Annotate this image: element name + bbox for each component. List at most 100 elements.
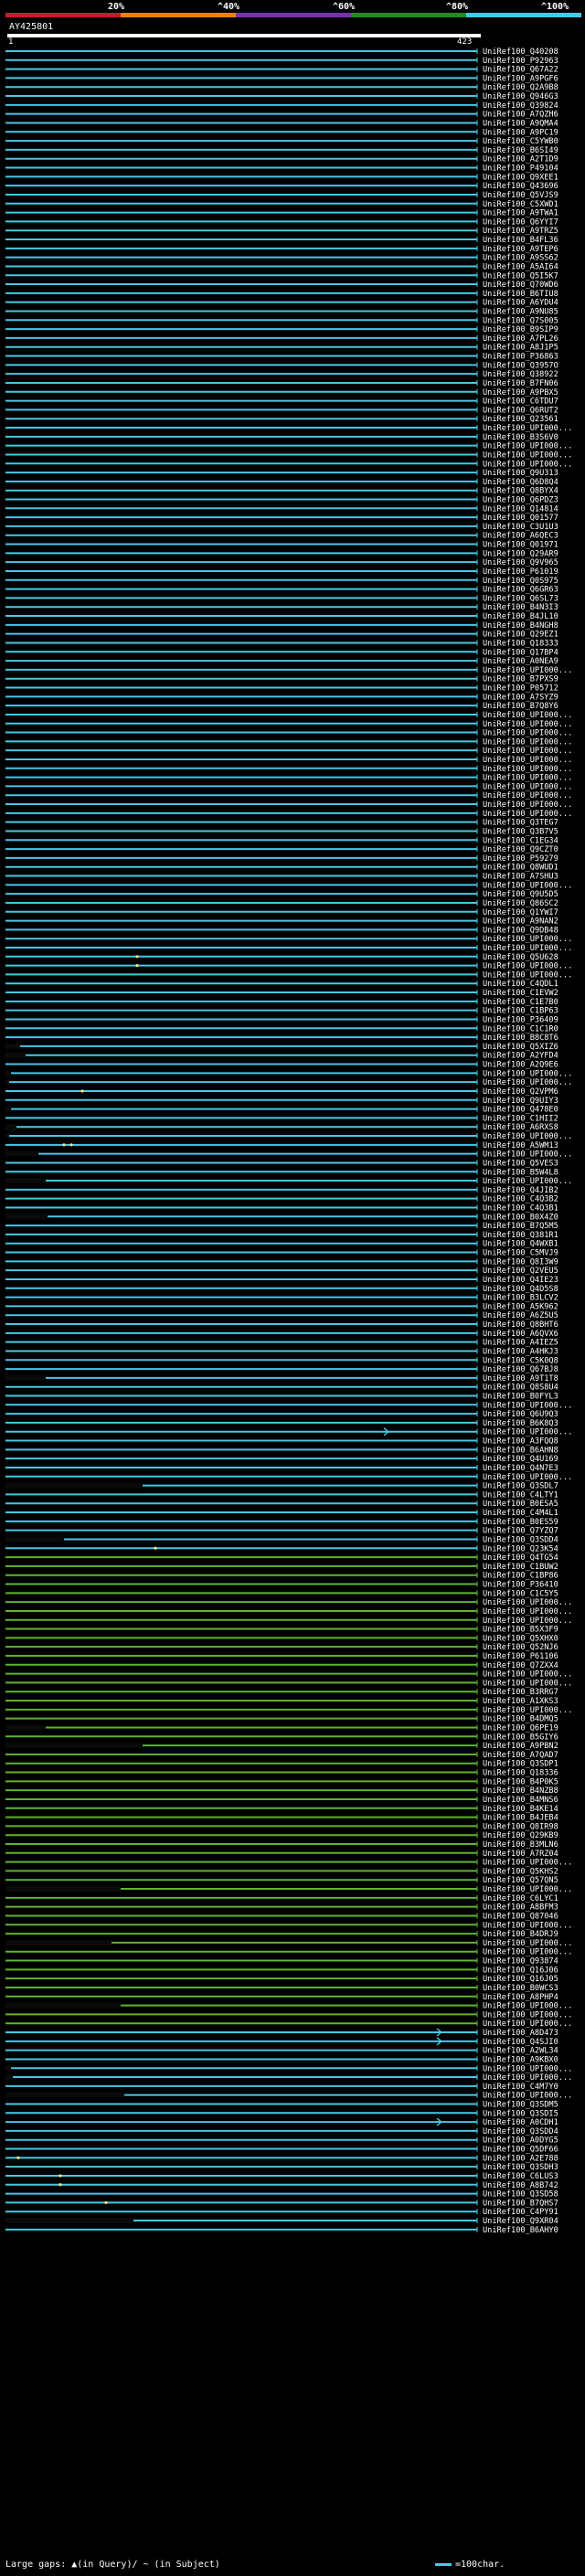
hit-label[interactable]: UniRef100_A9NAN2 bbox=[483, 917, 558, 927]
hit-row[interactable]: UniRef100_Q5I5K7 bbox=[5, 271, 558, 281]
hit-row[interactable]: UniRef100_A4HKJ3 bbox=[5, 1347, 558, 1356]
hit-row[interactable]: UniRef100_A9NU85 bbox=[5, 307, 558, 316]
hit-label[interactable]: UniRef100_A7PL26 bbox=[483, 334, 558, 344]
hit-label[interactable]: UniRef100_C3U1U3 bbox=[483, 523, 558, 532]
hit-label[interactable]: UniRef100_Q9U313 bbox=[483, 469, 558, 478]
hit-label[interactable]: UniRef100_C1C1R0 bbox=[483, 1024, 558, 1034]
hit-label[interactable]: UniRef100_A9NU85 bbox=[483, 307, 558, 316]
hit-label[interactable]: UniRef100_C4PY91 bbox=[483, 2208, 558, 2217]
hit-row[interactable]: UniRef100_C5XWD1 bbox=[5, 200, 558, 209]
hit-row[interactable]: UniRef100_A6QVX6 bbox=[5, 1330, 558, 1339]
hit-row[interactable]: UniRef100_UPI000... bbox=[5, 424, 572, 433]
hit-row[interactable]: UniRef100_Q5DF66 bbox=[5, 2146, 558, 2155]
hit-label[interactable]: UniRef100_UPI000... bbox=[483, 2002, 572, 2011]
hit-label[interactable]: UniRef100_A6Z5U5 bbox=[483, 1311, 558, 1320]
hit-label[interactable]: UniRef100_A9TEP6 bbox=[483, 245, 558, 254]
hit-label[interactable]: UniRef100_Q4SJI0 bbox=[483, 2038, 558, 2047]
hit-row[interactable]: UniRef100_P61106 bbox=[5, 1652, 558, 1661]
hit-label[interactable]: UniRef100_B6K8Q3 bbox=[483, 1419, 558, 1428]
hit-label[interactable]: UniRef100_B4DMQ5 bbox=[483, 1715, 558, 1724]
hit-label[interactable]: UniRef100_B4MNS6 bbox=[483, 1796, 558, 1805]
hit-row[interactable]: UniRef100_UPI000... bbox=[5, 970, 572, 980]
hit-row[interactable]: UniRef100_Q17BP4 bbox=[5, 648, 558, 657]
hit-label[interactable]: UniRef100_Q5U628 bbox=[483, 953, 558, 962]
hit-row[interactable]: UniRef100_P36863 bbox=[5, 353, 558, 362]
hit-label[interactable]: UniRef100_A5K962 bbox=[483, 1302, 558, 1311]
hit-label[interactable]: UniRef100_C1HII2 bbox=[483, 1114, 558, 1123]
hit-label[interactable]: UniRef100_Q7S005 bbox=[483, 316, 558, 325]
hit-label[interactable]: UniRef100_B4N3I3 bbox=[483, 603, 558, 612]
hit-label[interactable]: UniRef100_UPI000... bbox=[483, 1706, 572, 1715]
hit-label[interactable]: UniRef100_C4M4L1 bbox=[483, 1509, 558, 1518]
hit-row[interactable]: UniRef100_UPI000... bbox=[5, 765, 572, 774]
hit-label[interactable]: UniRef100_A9TRZ5 bbox=[483, 227, 558, 236]
hit-label[interactable]: UniRef100_B7FN06 bbox=[483, 379, 558, 388]
hit-row[interactable]: UniRef100_C4M7Y0 bbox=[5, 2083, 558, 2092]
hit-row[interactable]: UniRef100_Q16J05 bbox=[5, 1975, 558, 1984]
hit-row[interactable]: UniRef100_C1E7B0 bbox=[5, 998, 558, 1007]
hit-row[interactable]: UniRef100_A9PC19 bbox=[5, 128, 558, 137]
hit-label[interactable]: UniRef100_Q6RUT2 bbox=[483, 406, 558, 415]
hit-label[interactable]: UniRef100_UPI000... bbox=[483, 944, 572, 953]
hit-row[interactable]: UniRef100_Q16J06 bbox=[5, 1966, 558, 1975]
hit-row[interactable]: UniRef100_Q9CZT0 bbox=[5, 845, 558, 854]
hit-label[interactable]: UniRef100_B4JEB4 bbox=[483, 1814, 558, 1823]
hit-label[interactable]: UniRef100_A9PBX5 bbox=[483, 388, 558, 398]
hit-row[interactable]: UniRef100_C5K0Q8 bbox=[5, 1356, 558, 1365]
hit-row[interactable]: UniRef100_Q381R1 bbox=[5, 1231, 558, 1240]
hit-label[interactable]: UniRef100_Q3B7V5 bbox=[483, 827, 558, 836]
hit-label[interactable]: UniRef100_C1EVW2 bbox=[483, 989, 558, 998]
hit-label[interactable]: UniRef100_Q67BJ8 bbox=[483, 1365, 558, 1374]
hit-label[interactable]: UniRef100_UPI000... bbox=[483, 1939, 572, 1948]
hit-label[interactable]: UniRef100_B4NZB8 bbox=[483, 1786, 558, 1796]
hit-label[interactable]: UniRef100_A8PHP4 bbox=[483, 1993, 558, 2002]
hit-label[interactable]: UniRef100_Q38922 bbox=[483, 370, 558, 379]
hit-label[interactable]: UniRef100_Q2A9B8 bbox=[483, 83, 558, 92]
hit-row[interactable]: UniRef100_Q29AR9 bbox=[5, 549, 558, 558]
hit-label[interactable]: UniRef100_A9PGF6 bbox=[483, 74, 558, 83]
hit-label[interactable]: UniRef100_C4M7Y0 bbox=[483, 2083, 558, 2092]
hit-row[interactable]: UniRef100_Q4N7E3 bbox=[5, 1464, 558, 1473]
hit-label[interactable]: UniRef100_Q14814 bbox=[483, 504, 558, 514]
hit-row[interactable]: UniRef100_B0ESA5 bbox=[5, 1500, 558, 1509]
hit-row[interactable]: UniRef100_B7FN06 bbox=[5, 379, 558, 388]
hit-label[interactable]: UniRef100_C6TDU7 bbox=[483, 398, 558, 407]
hit-row[interactable]: UniRef100_UPI000... bbox=[5, 800, 572, 810]
hit-label[interactable]: UniRef100_Q9DB48 bbox=[483, 926, 558, 935]
hit-label[interactable]: UniRef100_Q29KB9 bbox=[483, 1831, 558, 1840]
hit-row[interactable]: UniRef100_UPI000... bbox=[5, 774, 572, 783]
hit-row[interactable]: UniRef100_Q9XEE1 bbox=[5, 173, 558, 182]
hit-label[interactable]: UniRef100_P36409 bbox=[483, 1015, 558, 1024]
hit-row[interactable]: UniRef100_B9SIP9 bbox=[5, 325, 558, 334]
hit-row[interactable]: UniRef100_Q6GR63 bbox=[5, 586, 558, 595]
hit-label[interactable]: UniRef100_Q86SC2 bbox=[483, 899, 558, 908]
hit-row[interactable]: UniRef100_UPI000... bbox=[5, 2010, 572, 2019]
hit-label[interactable]: UniRef100_A9T1T8 bbox=[483, 1374, 558, 1383]
hit-label[interactable]: UniRef100_Q3SDP1 bbox=[483, 1760, 558, 1769]
hit-row[interactable]: UniRef100_UPI000... bbox=[5, 2002, 572, 2011]
hit-label[interactable]: UniRef100_B7PXS9 bbox=[483, 675, 558, 684]
hit-row[interactable]: UniRef100_UPI000... bbox=[5, 720, 572, 729]
hit-row[interactable]: UniRef100_A0NEA9 bbox=[5, 657, 558, 666]
hit-row[interactable]: UniRef100_Q3SD58 bbox=[5, 2190, 558, 2200]
hit-row[interactable]: UniRef100_B3RRG7 bbox=[5, 1688, 558, 1697]
hit-row[interactable]: UniRef100_Q3SDD4 bbox=[5, 2127, 558, 2136]
hit-label[interactable]: UniRef100_UPI000... bbox=[483, 782, 572, 791]
hit-row[interactable]: UniRef100_A9SS62 bbox=[5, 254, 558, 263]
hit-label[interactable]: UniRef100_B6AHN8 bbox=[483, 1446, 558, 1455]
hit-row[interactable]: UniRef100_C4M4L1 bbox=[5, 1509, 558, 1518]
hit-label[interactable]: UniRef100_A9TWA1 bbox=[483, 209, 558, 218]
hit-label[interactable]: UniRef100_UPI000... bbox=[483, 2073, 572, 2083]
hit-label[interactable]: UniRef100_Q4IE23 bbox=[483, 1276, 558, 1285]
hit-row[interactable]: UniRef100_UPI000... bbox=[5, 737, 572, 747]
hit-label[interactable]: UniRef100_A6YDU4 bbox=[483, 299, 558, 308]
hit-row[interactable]: UniRef100_Q3SDD4 bbox=[5, 1535, 558, 1544]
hit-label[interactable]: UniRef100_UPI000... bbox=[483, 1859, 572, 1868]
hit-row[interactable]: UniRef100_Q6PDZ3 bbox=[5, 496, 558, 505]
hit-row[interactable]: UniRef100_Q6RUT2 bbox=[5, 406, 558, 415]
hit-label[interactable]: UniRef100_Q3SDD4 bbox=[483, 1535, 558, 1544]
hit-row[interactable]: UniRef100_C1C1R0 bbox=[5, 1024, 558, 1034]
hit-row[interactable]: UniRef100_B7QHS7 bbox=[5, 2199, 558, 2208]
hit-row[interactable]: UniRef100_A9PGF6 bbox=[5, 74, 558, 83]
hit-row[interactable]: UniRef100_B3LCV2 bbox=[5, 1294, 558, 1303]
